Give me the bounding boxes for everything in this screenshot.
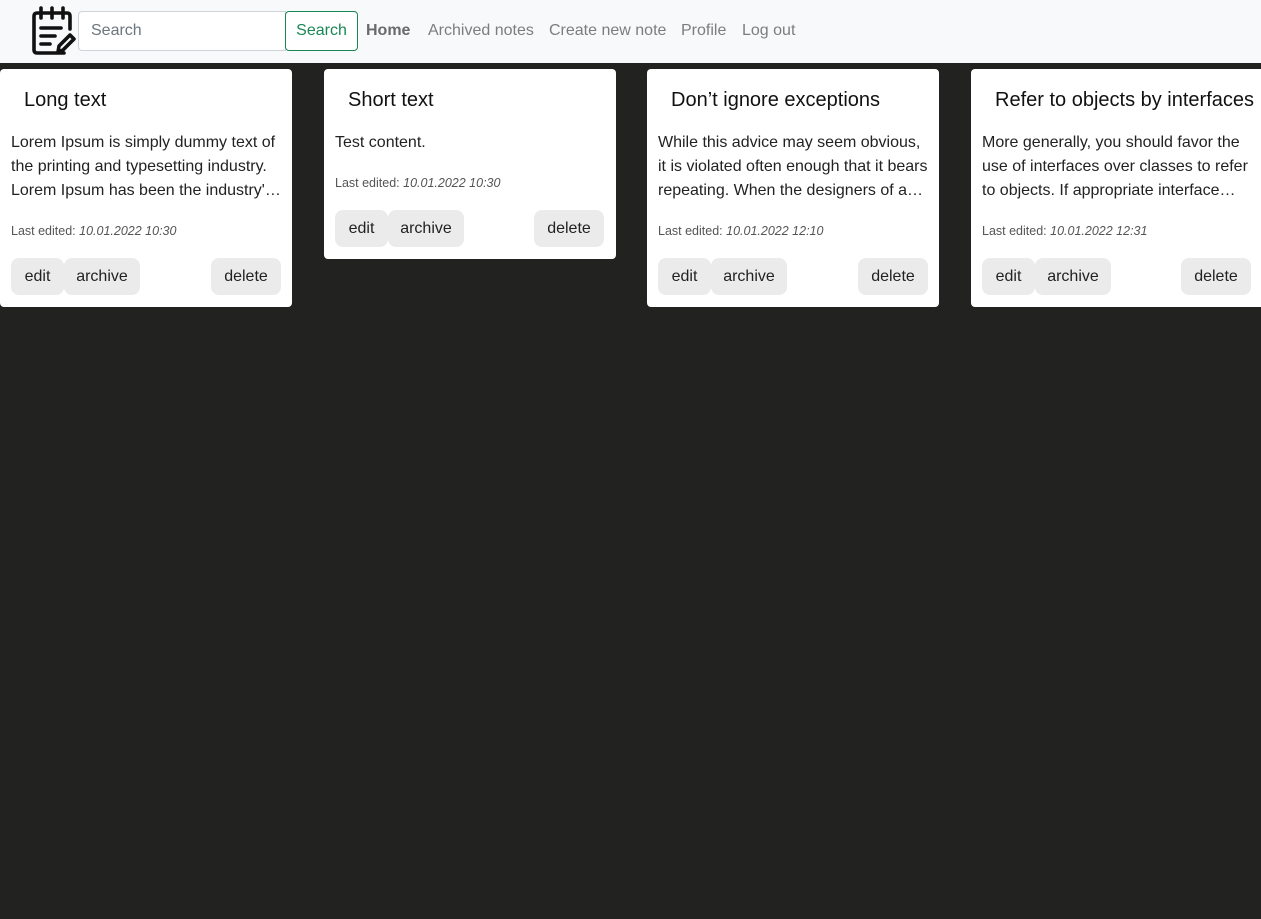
notes-logo-icon[interactable] (30, 5, 76, 57)
nav-profile[interactable]: Profile (681, 20, 726, 42)
last-edited-date: 10.01.2022 10:30 (403, 176, 501, 190)
archive-button[interactable]: archive (64, 258, 140, 295)
delete-button[interactable]: delete (858, 258, 928, 295)
last-edited: Last edited: 10.01.2022 12:31 (982, 223, 1147, 239)
last-edited: Last edited: 10.01.2022 10:30 (335, 175, 500, 191)
last-edited-label: Last edited: (658, 224, 723, 238)
edit-button[interactable]: edit (982, 258, 1035, 295)
note-title: Short text (348, 89, 434, 111)
note-card: Long text Lorem Ipsum is simply dummy te… (0, 69, 292, 307)
nav-log-out[interactable]: Log out (742, 20, 795, 42)
note-card: Short text Test content. Last edited: 10… (324, 69, 616, 259)
last-edited: Last edited: 10.01.2022 12:10 (658, 223, 823, 239)
archive-button[interactable]: archive (388, 210, 464, 247)
note-card: Refer to objects by interfaces More gene… (971, 69, 1261, 307)
edit-button[interactable]: edit (11, 258, 64, 295)
delete-button[interactable]: delete (1181, 258, 1251, 295)
last-edited: Last edited: 10.01.2022 10:30 (11, 223, 176, 239)
archive-button[interactable]: archive (711, 258, 787, 295)
search-input[interactable] (78, 11, 286, 51)
note-title: Refer to objects by interfaces (995, 89, 1255, 111)
delete-button[interactable]: delete (211, 258, 281, 295)
note-card: Don’t ignore exceptions While this advic… (647, 69, 939, 307)
last-edited-date: 10.01.2022 12:31 (1050, 224, 1148, 238)
navbar: Search Home Archived notes Create new no… (0, 0, 1261, 63)
note-content: While this advice may seem obvious, it i… (658, 134, 928, 199)
edit-button[interactable]: edit (335, 210, 388, 247)
last-edited-date: 10.01.2022 12:10 (726, 224, 824, 238)
delete-button[interactable]: delete (534, 210, 604, 247)
search-button[interactable]: Search (285, 11, 358, 51)
nav-create-new-note[interactable]: Create new note (549, 20, 666, 42)
last-edited-label: Last edited: (335, 176, 400, 190)
note-title: Don’t ignore exceptions (671, 89, 881, 111)
last-edited-label: Last edited: (11, 224, 76, 238)
edit-button[interactable]: edit (658, 258, 711, 295)
archive-button[interactable]: archive (1035, 258, 1111, 295)
note-content: Lorem Ipsum is simply dummy text of the … (11, 134, 276, 199)
note-content: More generally, you should favor the use… (982, 134, 1248, 199)
last-edited-date: 10.01.2022 10:30 (79, 224, 177, 238)
nav-archived-notes[interactable]: Archived notes (428, 20, 534, 42)
note-content: Test content. (335, 134, 426, 151)
last-edited-label: Last edited: (982, 224, 1047, 238)
note-title: Long text (24, 89, 107, 111)
nav-home[interactable]: Home (366, 20, 410, 42)
